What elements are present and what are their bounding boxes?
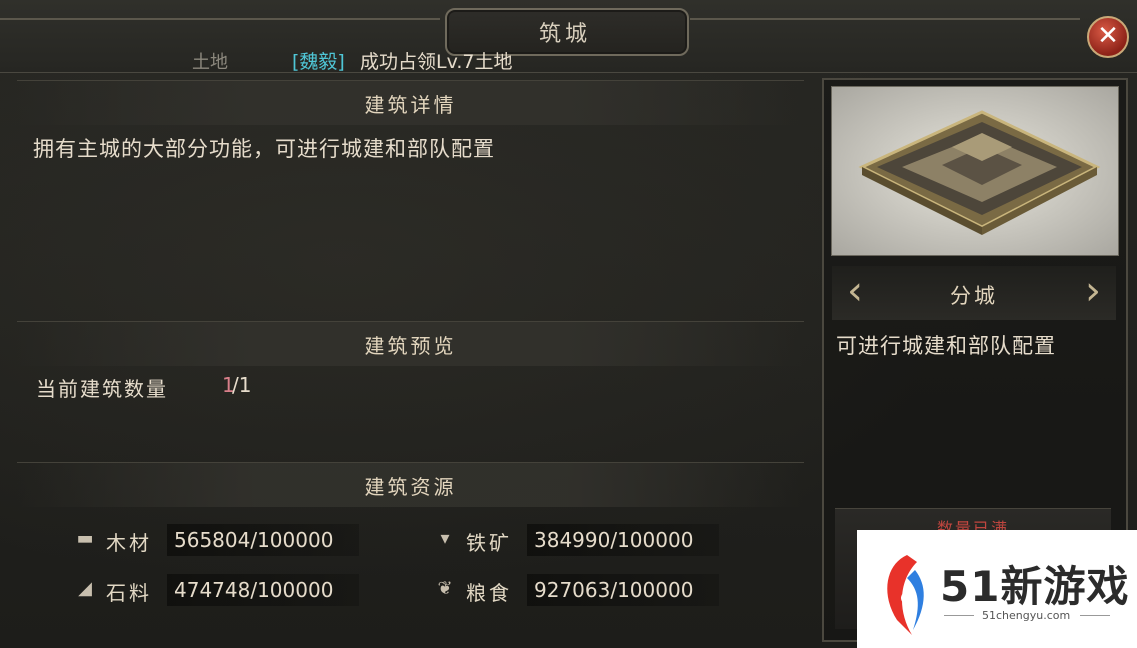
watermark-site: 51chengyu.com (982, 609, 1071, 622)
resource-name: 铁矿 (466, 531, 512, 555)
watermark-divider (944, 615, 974, 616)
details-header: 建筑详情 (364, 93, 457, 117)
resource-value: 565804/100000 (174, 528, 334, 552)
watermark-divider (1080, 615, 1110, 616)
news-message: 成功占领Lv.7土地 (360, 51, 513, 73)
stone-icon: ◢ (78, 578, 92, 599)
grain-icon: ❦ (437, 578, 453, 599)
resource-wood: ▬ 木材 565804/100000 (70, 524, 360, 556)
iron-icon: ▾ (440, 528, 450, 549)
title-ornament-left (0, 18, 440, 20)
city-fortress-image (831, 86, 1119, 256)
news-faction: [魏毅] (292, 51, 345, 73)
resource-iron: ▾ 铁矿 384990/100000 (430, 524, 720, 556)
building-name: 分城 (950, 284, 998, 308)
watermark-logo-icon (887, 555, 924, 635)
resource-value: 474748/100000 (174, 578, 334, 602)
wood-icon: ▬ (76, 528, 94, 549)
resources-header: 建筑资源 (364, 475, 457, 499)
dialog-title: 筑城 (538, 22, 591, 47)
resource-value: 384990/100000 (534, 528, 694, 552)
building-count-label: 当前建筑数量 (36, 377, 168, 401)
watermark-text: 51新游戏 (940, 562, 1130, 611)
close-icon: ✕ (1097, 21, 1119, 51)
resource-grain: ❦ 粮食 927063/100000 (430, 574, 720, 606)
close-button[interactable]: ✕ (1087, 16, 1129, 58)
resource-stone: ◢ 石料 474748/100000 (70, 574, 360, 606)
resource-value: 927063/100000 (534, 578, 694, 602)
title-ornament-right (690, 18, 1080, 20)
news-land-label: 土地 (192, 52, 228, 73)
details-description: 拥有主城的大部分功能，可进行城建和部队配置 (33, 137, 495, 161)
preview-header: 建筑预览 (364, 334, 457, 358)
building-count-total: /1 (232, 373, 252, 397)
building-card-description: 可进行城建和部队配置 (836, 334, 1056, 358)
resource-name: 粮食 (466, 581, 512, 605)
resource-name: 木材 (106, 531, 152, 555)
resource-name: 石料 (106, 581, 152, 605)
